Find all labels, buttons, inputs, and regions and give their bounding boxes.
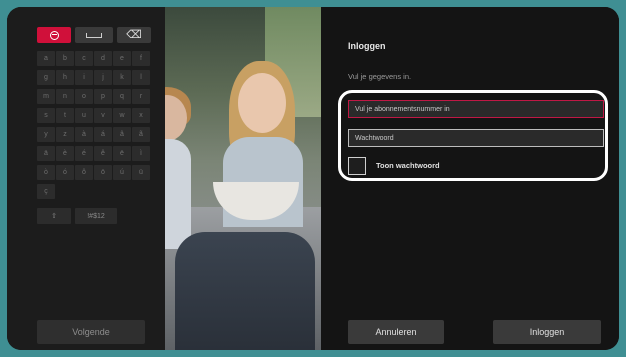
keyboard-key[interactable]: c	[75, 51, 93, 66]
keyboard-key[interactable]: é	[75, 146, 93, 161]
photo-legs	[175, 232, 315, 350]
keyboard-key[interactable]: m	[37, 89, 55, 104]
keyboard-key[interactable]: â	[113, 127, 131, 142]
keyboard-key[interactable]: è	[56, 146, 74, 161]
space-icon	[86, 32, 102, 38]
keyboard-key[interactable]: i	[75, 70, 93, 85]
shift-icon: ⇧	[51, 213, 57, 220]
onscreen-keyboard: ⌫ abcdef ghijkl mnopqr stuvwx yzàáâã äèéêëì òó…	[7, 7, 165, 350]
keyboard-key[interactable]: u	[75, 108, 93, 123]
keyboard-key[interactable]: j	[94, 70, 112, 85]
page-title: Inloggen	[348, 41, 386, 51]
keyboard-key[interactable]: ê	[94, 146, 112, 161]
keyboard-key[interactable]: z	[56, 127, 74, 142]
keyboard-key[interactable]: l	[132, 70, 150, 85]
backspace-icon: ⌫	[126, 29, 142, 41]
keyboard-top-row: ⌫	[37, 27, 151, 43]
background-photo	[165, 7, 321, 350]
login-panel: Inloggen Vul je gegevens in. Vul je abon…	[321, 7, 619, 350]
password-field[interactable]: Wachtwoord	[348, 129, 604, 147]
keyboard-key[interactable]: r	[132, 89, 150, 104]
photo-child-left-body	[165, 139, 191, 249]
keyboard-key[interactable]: ö	[94, 165, 112, 180]
keyboard-key[interactable]: g	[37, 70, 55, 85]
globe-icon	[49, 30, 59, 40]
cancel-button[interactable]: Annuleren	[348, 320, 444, 344]
keyboard-key[interactable]: ò	[37, 165, 55, 180]
keyboard-key[interactable]: o	[75, 89, 93, 104]
photo-girl-face	[238, 73, 286, 133]
password-placeholder: Wachtwoord	[355, 134, 394, 142]
space-key[interactable]	[75, 27, 113, 43]
keyboard-key[interactable]: ë	[113, 146, 131, 161]
next-button[interactable]: Volgende	[37, 320, 145, 344]
keyboard-key[interactable]: f	[132, 51, 150, 66]
keyboard-key[interactable]: ä	[37, 146, 55, 161]
keyboard-key[interactable]: á	[94, 127, 112, 142]
subscription-number-placeholder: Vul je abonnementsnummer in	[355, 105, 450, 113]
keyboard-key[interactable]: ç	[37, 184, 55, 199]
keyboard-key[interactable]: y	[37, 127, 55, 142]
keyboard-key[interactable]: ã	[132, 127, 150, 142]
keyboard-key[interactable]: n	[56, 89, 74, 104]
keyboard-key[interactable]: ó	[56, 165, 74, 180]
show-password-label: Toon wachtwoord	[376, 161, 440, 170]
login-button[interactable]: Inloggen	[493, 320, 601, 344]
symbols-key[interactable]: !#$12	[75, 208, 117, 224]
keyboard-key[interactable]: b	[56, 51, 74, 66]
keyboard-key[interactable]: w	[113, 108, 131, 123]
keyboard-key[interactable]: h	[56, 70, 74, 85]
keyboard-key[interactable]: x	[132, 108, 150, 123]
subscription-number-field[interactable]: Vul je abonnementsnummer in	[348, 100, 604, 118]
keyboard-key[interactable]: v	[94, 108, 112, 123]
keyboard-key[interactable]: e	[113, 51, 131, 66]
keyboard-key[interactable]: k	[113, 70, 131, 85]
show-password-checkbox[interactable]	[348, 157, 366, 175]
keyboard-key[interactable]: d	[94, 51, 112, 66]
login-subtitle: Vul je gegevens in.	[348, 72, 412, 81]
tv-screen: ⌫ abcdef ghijkl mnopqr stuvwx yzàáâã äèéêëì òó…	[7, 7, 619, 350]
keyboard-key[interactable]: ô	[75, 165, 93, 180]
keyboard-key[interactable]: ì	[132, 146, 150, 161]
symbols-key-label: !#$12	[87, 212, 105, 220]
language-key[interactable]	[37, 27, 71, 43]
shift-key[interactable]: ⇧	[37, 208, 71, 224]
keyboard-key[interactable]: t	[56, 108, 74, 123]
keyboard-key[interactable]: à	[75, 127, 93, 142]
keyboard-key[interactable]: a	[37, 51, 55, 66]
keyboard-key[interactable]: s	[37, 108, 55, 123]
keyboard-key[interactable]: ú	[113, 165, 131, 180]
backspace-key[interactable]: ⌫	[117, 27, 151, 43]
keyboard-key[interactable]: p	[94, 89, 112, 104]
keyboard-key[interactable]: q	[113, 89, 131, 104]
keyboard-key[interactable]: ü	[132, 165, 150, 180]
